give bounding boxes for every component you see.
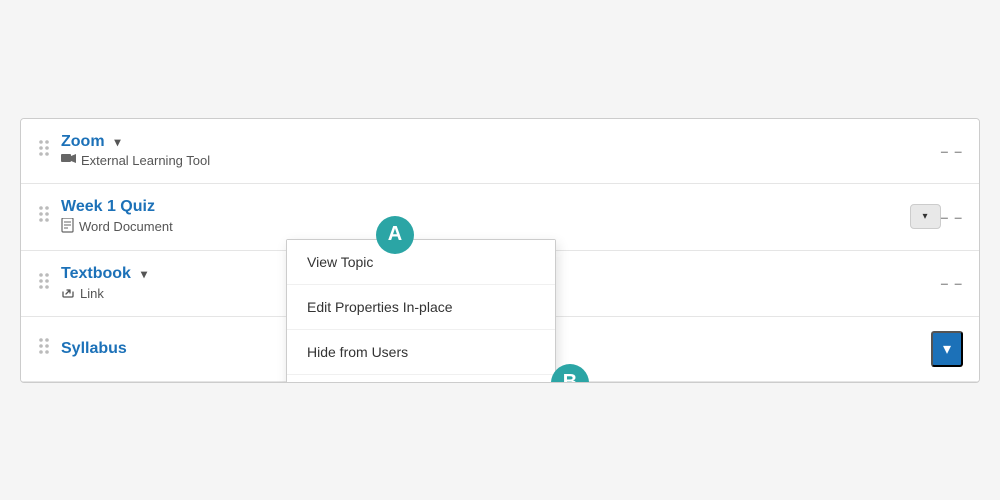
drag-handle-textbook[interactable] [37, 272, 51, 295]
dropdown-item-view-topic[interactable]: View Topic [287, 240, 555, 285]
week1quiz-dropdown-btn[interactable]: ▾ [910, 204, 941, 229]
dropdown-item-change-file[interactable]: Change File [287, 375, 555, 383]
zoom-content: Zoom ▾ External Learning Tool [61, 133, 941, 169]
drag-handle-zoom[interactable] [37, 139, 51, 162]
zoom-action-dash[interactable]: – – [941, 143, 963, 159]
content-list: Zoom ▾ External Learning Tool – – [20, 118, 980, 383]
textbook-subtitle-icon [61, 285, 75, 302]
zoom-title[interactable]: Zoom ▾ [61, 133, 125, 151]
context-dropdown-menu: View Topic Edit Properties In-place Hide… [286, 239, 556, 383]
zoom-subtitle-icon [61, 153, 76, 169]
syllabus-title[interactable]: Syllabus [61, 340, 127, 358]
week1quiz-title[interactable]: Week 1 Quiz [61, 198, 155, 216]
week1quiz-subtitle-icon [61, 218, 74, 236]
zoom-row: Zoom ▾ External Learning Tool – – [21, 119, 979, 184]
drag-handle-syllabus[interactable] [37, 337, 51, 360]
textbook-title[interactable]: Textbook ▾ [61, 265, 151, 283]
drag-handle-week1[interactable] [37, 205, 51, 228]
dropdown-item-edit-properties[interactable]: Edit Properties In-place [287, 285, 555, 330]
dropdown-menu-inner: View Topic Edit Properties In-place Hide… [287, 240, 555, 383]
dropdown-item-hide-users[interactable]: Hide from Users [287, 330, 555, 375]
week1quiz-subtitle: Word Document [61, 218, 898, 236]
textbook-action-dash[interactable]: – – [941, 275, 963, 291]
week1quiz-action-dash[interactable]: – – [941, 209, 963, 225]
zoom-subtitle: External Learning Tool [61, 153, 941, 169]
syllabus-expand-btn[interactable]: ▾ [931, 331, 963, 367]
dropdown-arrow-icon: ▾ [923, 211, 928, 222]
textbook-title-chevron[interactable]: ▾ [137, 265, 151, 283]
week1quiz-content: Week 1 Quiz Word Document [61, 198, 898, 236]
badge-a: A [376, 216, 414, 254]
zoom-title-chevron[interactable]: ▾ [111, 133, 125, 151]
